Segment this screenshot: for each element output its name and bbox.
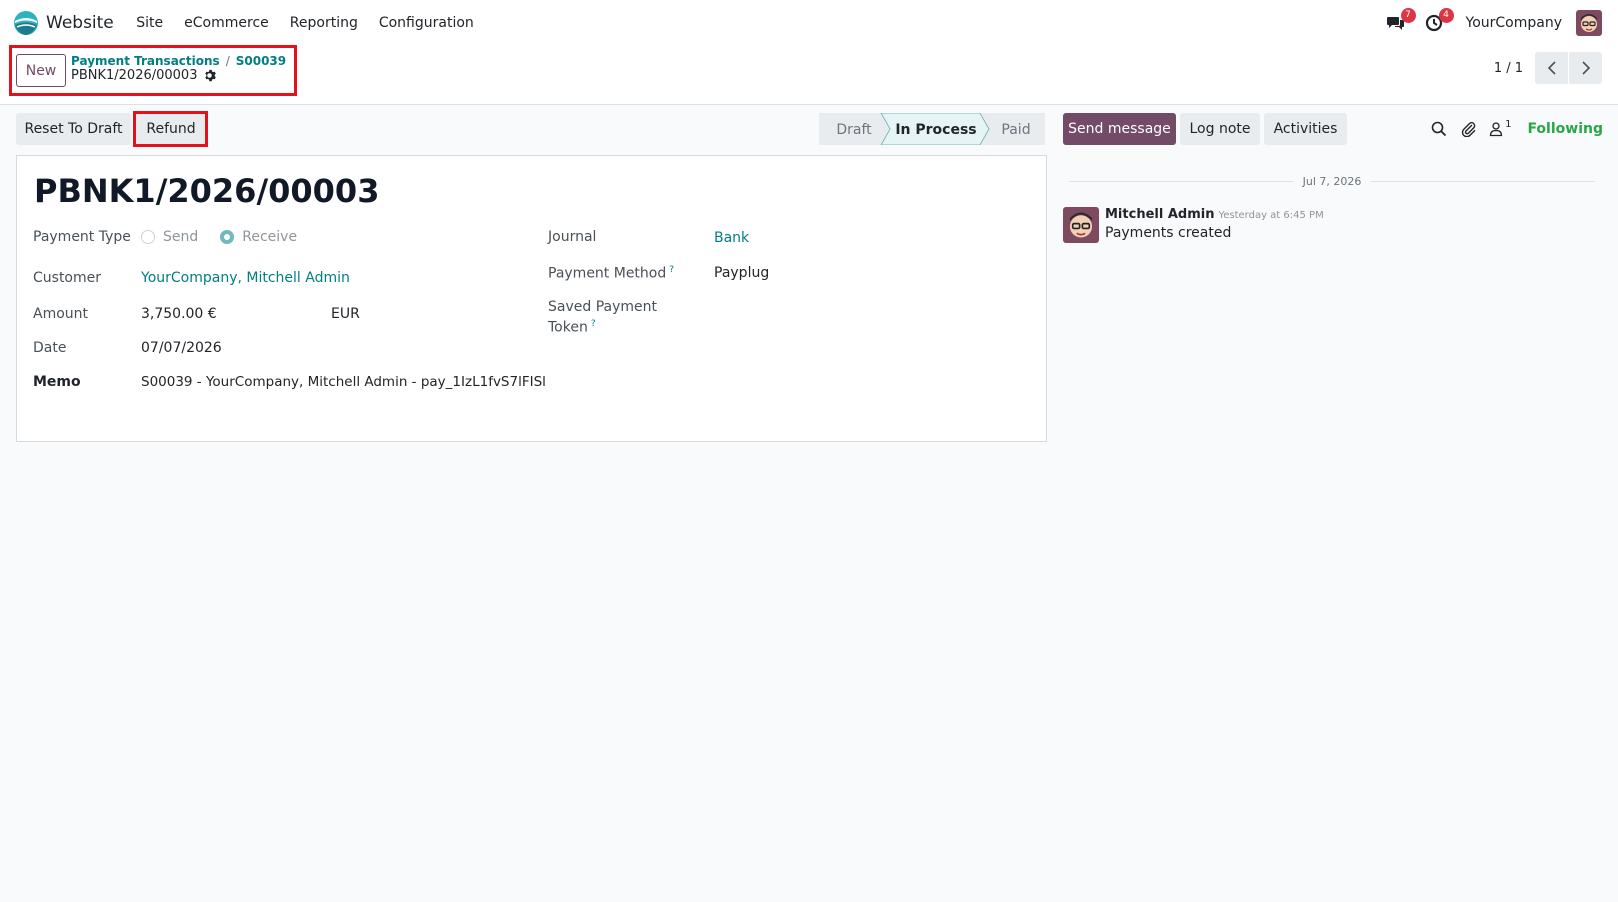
saved-token-label-text: Token (548, 319, 588, 336)
radio-send[interactable] (141, 230, 155, 244)
message-author[interactable]: Mitchell Admin (1105, 207, 1214, 222)
chevron-left-icon (1547, 61, 1556, 75)
amount-label: Amount (33, 306, 89, 322)
pager-previous-button[interactable] (1535, 52, 1568, 84)
followers-count: 1 (1505, 118, 1512, 130)
record-title: PBNK1/2026/00003 (34, 172, 380, 210)
messaging-menu[interactable]: 7 (1382, 8, 1416, 37)
chatter-topbar-icons: 1 Following (1431, 113, 1603, 145)
messages-badge: 7 (1400, 8, 1416, 23)
radio-receive-label[interactable]: Receive (242, 229, 297, 245)
pager-next-button[interactable] (1569, 52, 1602, 84)
separator-date: Jul 7, 2026 (1302, 174, 1362, 188)
activities-badge: 4 (1438, 8, 1454, 23)
paperclip-icon[interactable] (1461, 121, 1477, 137)
following-button[interactable]: Following (1527, 121, 1603, 137)
date-label: Date (33, 340, 67, 356)
help-icon[interactable]: ? (669, 265, 674, 275)
breadcrumb-payment-transactions[interactable]: Payment Transactions (71, 54, 220, 68)
form-sheet: PBNK1/2026/00003 Payment Type Send Recei… (16, 155, 1047, 442)
refund-button[interactable]: Refund (135, 113, 207, 145)
top-navbar: Website Site eCommerce Reporting Configu… (0, 0, 1618, 46)
payment-type-radio: Send Receive (141, 229, 319, 245)
separator-line (1371, 180, 1596, 182)
payment-method-label-text: Payment Method (548, 265, 667, 282)
memo-label: Memo (33, 374, 81, 390)
radio-receive[interactable] (220, 230, 235, 244)
status-bar: Draft In Process Paid (819, 113, 1045, 145)
payment-method-field[interactable]: Payplug (714, 265, 769, 281)
customer-label: Customer (33, 270, 102, 286)
author-avatar-icon (1063, 207, 1099, 243)
log-note-button[interactable]: Log note (1180, 113, 1260, 145)
menu-item-configuration[interactable]: Configuration (368, 15, 484, 31)
chatter-date-separator: Jul 7, 2026 (1069, 173, 1596, 189)
app-name: Website (46, 13, 114, 33)
stage-paid-label: Paid (1001, 122, 1030, 138)
date-field[interactable]: 07/07/2026 (141, 340, 222, 356)
activities-button[interactable]: Activities (1264, 113, 1347, 145)
current-record-name: PBNK1/2026/00003 (71, 68, 198, 83)
journal-field[interactable]: Bank (714, 230, 749, 246)
activities-menu[interactable]: 4 (1420, 8, 1454, 37)
saved-token-label-line2: Token? (548, 319, 596, 336)
company-switcher[interactable]: YourCompany (1466, 15, 1563, 31)
stage-draft-label: Draft (836, 122, 872, 138)
user-avatar-icon (1576, 10, 1602, 36)
message-body: Mitchell Admin Yesterday at 6:45 PM Payme… (1105, 207, 1324, 243)
chevron-right-icon (1581, 61, 1590, 75)
message-author-avatar[interactable] (1063, 207, 1099, 243)
user-avatar[interactable] (1576, 10, 1602, 36)
breadcrumb-sale-order[interactable]: S00039 (236, 54, 286, 68)
control-panel: New Payment Transactions / S00039 PBNK1/… (0, 46, 1618, 105)
app-brand[interactable]: Website (13, 10, 114, 36)
payment-type-label: Payment Type (33, 229, 131, 245)
memo-field[interactable]: S00039 - YourCompany, Mitchell Admin - p… (141, 374, 546, 390)
message-time: Yesterday at 6:45 PM (1218, 210, 1324, 221)
customer-field[interactable]: YourCompany, Mitchell Admin (141, 270, 350, 286)
gear-icon[interactable] (203, 69, 217, 82)
new-button[interactable]: New (16, 54, 66, 87)
pager: 1 / 1 (1494, 52, 1602, 84)
pager-value[interactable]: 1 / 1 (1494, 61, 1523, 76)
separator-line (1069, 180, 1293, 182)
breadcrumb-separator: / (225, 54, 230, 68)
currency-field[interactable]: EUR (331, 306, 360, 322)
send-message-button[interactable]: Send message (1063, 113, 1176, 145)
message-header: Mitchell Admin Yesterday at 6:45 PM (1105, 207, 1324, 222)
search-icon[interactable] (1431, 121, 1447, 137)
reset-to-draft-button[interactable]: Reset To Draft (16, 113, 131, 145)
breadcrumb: Payment Transactions / S00039 PBNK1/2026… (71, 54, 286, 83)
help-icon[interactable]: ? (591, 319, 596, 329)
menu-item-ecommerce[interactable]: eCommerce (174, 15, 280, 31)
main-menu: Site eCommerce Reporting Configuration (126, 15, 485, 31)
payment-method-label: Payment Method? (548, 265, 674, 282)
chatter-message: Mitchell Admin Yesterday at 6:45 PM Payme… (1063, 207, 1324, 243)
menu-item-reporting[interactable]: Reporting (279, 15, 368, 31)
journal-label: Journal (548, 229, 597, 245)
saved-token-label-line1: Saved Payment (548, 299, 657, 315)
radio-send-label[interactable]: Send (163, 229, 198, 245)
stage-in-process-label: In Process (895, 122, 976, 138)
amount-field[interactable]: 3,750.00 € (141, 306, 217, 322)
systray: 7 4 YourCompany (1372, 8, 1602, 38)
followers-icon[interactable] (1489, 121, 1505, 137)
website-app-icon (14, 11, 38, 35)
message-text: Payments created (1105, 225, 1232, 241)
menu-item-site[interactable]: Site (126, 15, 174, 31)
